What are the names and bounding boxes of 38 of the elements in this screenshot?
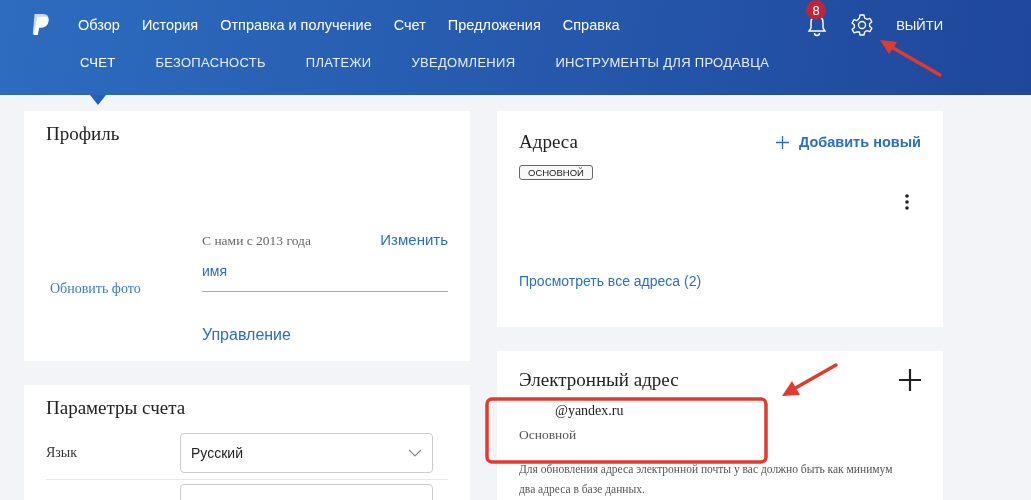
nav-link[interactable]: Обзор bbox=[78, 17, 120, 33]
nav-link[interactable]: Предложения bbox=[447, 17, 541, 33]
card-title: Адреса bbox=[519, 131, 578, 153]
card-title: Профиль bbox=[46, 123, 121, 145]
name-field[interactable]: имя bbox=[202, 263, 448, 292]
subnav-tab[interactable]: БЕЗОПАСНОСТЬ bbox=[155, 55, 266, 70]
nav-link[interactable]: История bbox=[141, 17, 199, 33]
annotation-arrow bbox=[880, 40, 942, 77]
primary-tag: ОСНОВНОЙ bbox=[519, 165, 593, 180]
subnav-tab[interactable]: СЧЕТ bbox=[80, 55, 116, 70]
view-all-addresses-link[interactable]: Просмотреть все адреса (2) bbox=[519, 273, 702, 289]
settings-icon[interactable] bbox=[850, 13, 875, 37]
plus-icon bbox=[775, 135, 789, 149]
email-address: @yandex.ru bbox=[554, 403, 625, 419]
setting-label: Язык bbox=[46, 445, 79, 461]
card-title: Параметры счета bbox=[46, 397, 187, 419]
subnav-tab[interactable]: ПЛАТЕЖИ bbox=[305, 55, 372, 70]
subnav-tab[interactable]: УВЕДОМЛЕНИЯ bbox=[411, 55, 516, 70]
chevron-down-icon bbox=[408, 449, 422, 457]
edit-link[interactable]: Изменить bbox=[380, 231, 448, 248]
notification-badge: 8 bbox=[806, 0, 827, 20]
nav-link[interactable]: Отправка и получение bbox=[220, 17, 372, 33]
add-new-link[interactable]: Добавить новый bbox=[775, 134, 921, 150]
update-photo-link[interactable]: Обновить фото bbox=[50, 281, 141, 296]
more-options-icon[interactable] bbox=[905, 194, 909, 210]
member-since-text: С нами с 2013 года bbox=[202, 233, 311, 249]
nav-link[interactable]: Справка bbox=[562, 17, 620, 33]
language-dropdown[interactable]: Русский bbox=[180, 433, 433, 473]
email-note: Для обновления адреса электронной почты у вас должно быть как минимум два адреса в базе данных. bbox=[519, 462, 894, 498]
annotation-arrow bbox=[782, 363, 838, 396]
email-status: Основной bbox=[519, 427, 578, 443]
logo-icon[interactable] bbox=[30, 12, 52, 38]
plus-icon[interactable] bbox=[899, 369, 921, 391]
logout-link[interactable]: ВЫЙТИ bbox=[896, 17, 943, 33]
card-title: Электронный адрес bbox=[519, 369, 679, 391]
subnav-tab[interactable]: ИНСТРУМЕНТЫ ДЛЯ ПРОДАВЦА bbox=[555, 55, 770, 70]
nav-link[interactable]: Счет bbox=[393, 17, 426, 33]
manage-link[interactable]: Управление bbox=[202, 326, 291, 344]
